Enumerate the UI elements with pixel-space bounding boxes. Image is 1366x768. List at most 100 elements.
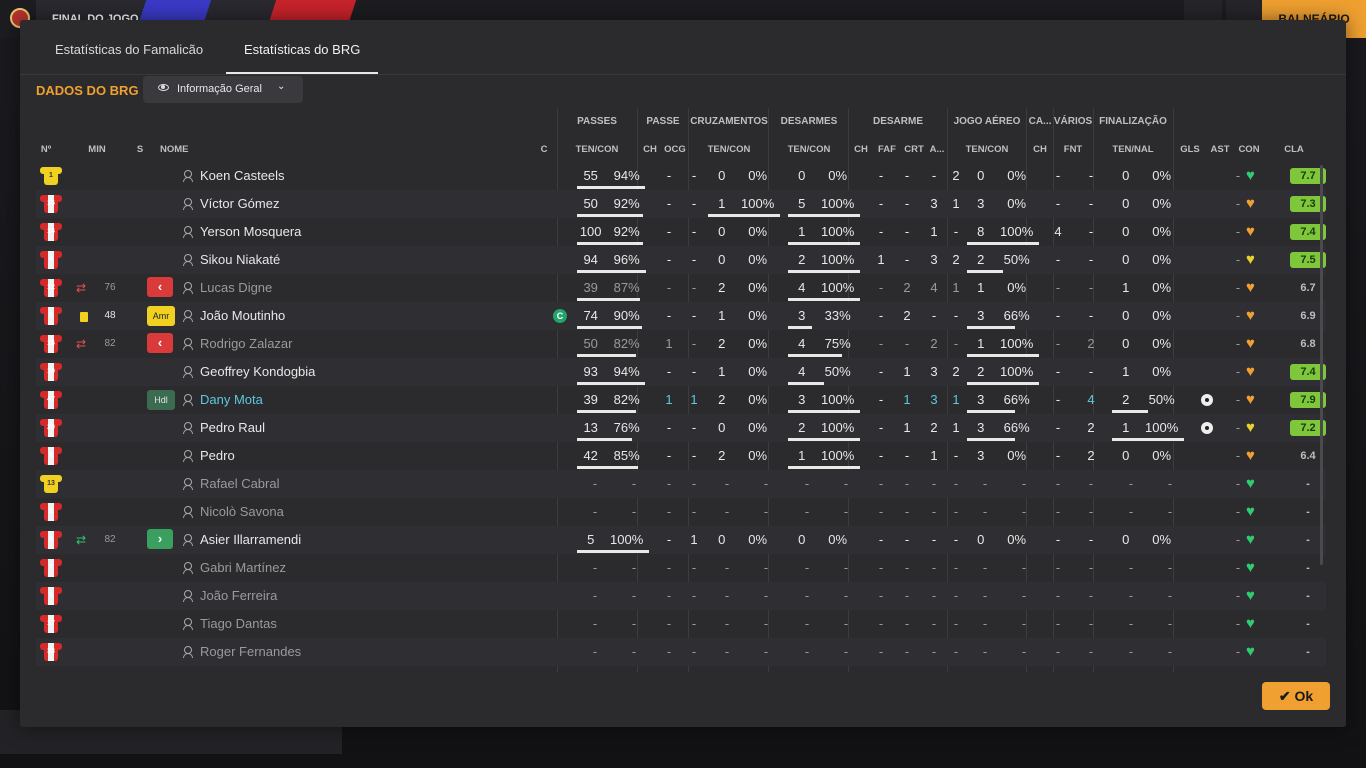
desarme-faf: 2 bbox=[903, 280, 911, 295]
col-header-passes-ten-con[interactable]: TEN/CON bbox=[557, 144, 637, 155]
player-name[interactable]: Pedro bbox=[200, 442, 500, 470]
group-header-desarme: DESARME bbox=[872, 116, 923, 127]
table-row[interactable]: 1 Koen Casteels 55 94% - -0 0% 0 0% - - -2 0 0% - -0 0% -… bbox=[36, 162, 1326, 190]
col-header-cla[interactable]: CLA bbox=[1276, 144, 1312, 155]
col-header-gls[interactable]: GLS bbox=[1178, 144, 1202, 155]
substituted-off-button[interactable]: ‹ bbox=[147, 333, 173, 353]
player-profile-icon[interactable] bbox=[183, 394, 193, 406]
col-header-aereo-ten-con[interactable]: TEN/CON bbox=[947, 144, 1027, 155]
col-header-passe-ch[interactable]: CH bbox=[638, 144, 662, 155]
player-name[interactable]: Víctor Gómez bbox=[200, 190, 500, 218]
table-row[interactable]: 19 Geoffrey Kondogbia 93 94% - - 1 0% 4 50% - 1 3 2 2 1… bbox=[36, 358, 1326, 386]
table-row[interactable]: 7 Gabri Martínez - - - - - - - - - - - - - - - - - - - ♥ - bbox=[36, 554, 1326, 582]
table-row[interactable]: 33 Roger Fernandes - - - - - - - - - - - - - - - - - - - ♥ - bbox=[36, 638, 1326, 666]
table-row[interactable]: 16 ⇄ 82 ‹ Rodrigo Zalazar 50 82% 1-2 0% 4 75% - -2-1… bbox=[36, 330, 1326, 358]
crosses-stat-percent: 0% bbox=[748, 364, 768, 379]
player-profile-icon[interactable] bbox=[183, 366, 193, 378]
player-profile-icon[interactable] bbox=[183, 198, 193, 210]
player-name[interactable]: Yerson Mosquera bbox=[200, 218, 500, 246]
tackles-stat-bar bbox=[788, 298, 860, 301]
col-header-fin-ten-nal[interactable]: TEN/NAL bbox=[1093, 144, 1173, 155]
col-header-ast[interactable]: AST bbox=[1208, 144, 1232, 155]
player-profile-icon[interactable] bbox=[183, 170, 193, 182]
table-row[interactable]: 20 Pedro Raul 13 76% - -0 0% 2 100% -1 2 1 3 66% -2 1 10… bbox=[36, 414, 1326, 442]
col-header-fnt[interactable]: FNT bbox=[1053, 144, 1093, 155]
empty-stat: - bbox=[904, 476, 910, 491]
player-profile-icon[interactable] bbox=[183, 310, 193, 322]
table-row[interactable]: 13 Rafael Cabral - - - - - - - - - - - - - - - - - - - ♥ - bbox=[36, 470, 1326, 498]
table-row[interactable]: 47 Hdl Dany Mota 39 82% 1 1 2 0% 3 100% -1 3 1 3 66% -4 2… bbox=[36, 386, 1326, 414]
table-row[interactable]: 6 48 Amr João Moutinho C 74 90% - -1 0% 3 33% -2- -3 6… bbox=[36, 302, 1326, 330]
col-header-ca-ch[interactable]: CH bbox=[1027, 144, 1053, 155]
varios-fnt: 2 bbox=[1087, 336, 1095, 351]
group-header-finalizacao: FINALIZAÇÃO bbox=[1099, 116, 1167, 127]
col-header-faf[interactable]: FAF bbox=[873, 144, 901, 155]
player-name[interactable]: Rodrigo Zalazar bbox=[200, 330, 500, 358]
empty-stat: - bbox=[1021, 616, 1027, 631]
substituted-off-button[interactable]: ‹ bbox=[147, 277, 173, 297]
player-name[interactable]: Sikou Niakaté bbox=[200, 246, 500, 274]
table-row[interactable]: 9 Pedro 42 85% - -2 0% 1 100% - -1-3 0% -2 0 0% - ♥ 6.4 bbox=[36, 442, 1326, 470]
player-profile-icon[interactable] bbox=[183, 282, 193, 294]
player-profile-icon[interactable] bbox=[183, 506, 193, 518]
col-header-min[interactable]: MIN bbox=[84, 144, 110, 155]
player-name[interactable]: Dany Mota bbox=[200, 386, 500, 414]
crosses-stat-percent: 0% bbox=[748, 280, 768, 295]
player-profile-icon[interactable] bbox=[183, 562, 193, 574]
crosses-stat: 0 0% bbox=[708, 218, 780, 246]
player-profile-icon[interactable] bbox=[183, 646, 193, 658]
player-profile-icon[interactable] bbox=[183, 422, 193, 434]
substituted-on-button[interactable]: › bbox=[147, 529, 173, 549]
view-dropdown[interactable]: Informação Geral ⌄ bbox=[143, 76, 303, 103]
tab-brg-stats[interactable]: Estatísticas do BRG bbox=[244, 42, 360, 72]
player-profile-icon[interactable] bbox=[183, 590, 193, 602]
player-name[interactable]: Rafael Cabral bbox=[200, 470, 500, 498]
ok-button[interactable]: ✔ Ok bbox=[1262, 682, 1330, 710]
table-row[interactable]: 4 Sikou Niakaté 94 96% - -0 0% 2 100% 1-3 2 2 50% - -0… bbox=[36, 246, 1326, 274]
passe-ch: - bbox=[666, 448, 672, 463]
player-name[interactable]: Roger Fernandes bbox=[200, 638, 500, 666]
tab-famalicao-stats[interactable]: Estatísticas do Famalicão bbox=[55, 42, 203, 72]
player-name[interactable]: Asier Illarramendi bbox=[200, 526, 500, 554]
player-profile-icon[interactable] bbox=[183, 338, 193, 350]
col-header-cruz-ten-con[interactable]: TEN/CON bbox=[689, 144, 769, 155]
player-profile-icon[interactable] bbox=[183, 450, 193, 462]
tackles-stat-attempted: 0 bbox=[798, 168, 806, 183]
empty-stat: - bbox=[666, 476, 672, 491]
table-row[interactable]: 8 ⇄ 82 › Asier Illarramendi 5 100% - 1 0 0% 0 0% - - - -… bbox=[36, 526, 1326, 554]
col-header-crt[interactable]: CRT bbox=[901, 144, 927, 155]
player-profile-icon[interactable] bbox=[183, 226, 193, 238]
col-header-des-ten-con[interactable]: TEN/CON bbox=[769, 144, 849, 155]
col-header-s[interactable]: S bbox=[132, 144, 148, 155]
desarme-ch: - bbox=[878, 168, 884, 183]
table-scrollbar[interactable] bbox=[1320, 165, 1323, 565]
player-name[interactable]: Koen Casteels bbox=[200, 162, 500, 190]
col-header-passe-ocg[interactable]: OCG bbox=[662, 144, 688, 155]
col-header-num[interactable]: Nº bbox=[36, 144, 56, 155]
table-row[interactable]: 17 Tiago Dantas - - - - - - - - - - - - - - - - - - - ♥ - bbox=[36, 610, 1326, 638]
col-header-desarme-ch[interactable]: CH bbox=[849, 144, 873, 155]
player-name[interactable]: João Moutinho bbox=[200, 302, 500, 330]
col-header-con[interactable]: CON bbox=[1236, 144, 1262, 155]
table-row[interactable]: 5 João Ferreira - - - - - - - - - - - - - - - - - - - ♥ - bbox=[36, 582, 1326, 610]
player-profile-icon[interactable] bbox=[183, 534, 193, 546]
table-row[interactable]: 14 Yerson Mosquera 100 92% - -0 0% 1 100% - -1-8 10… bbox=[36, 218, 1326, 246]
col-header-c[interactable]: C bbox=[536, 144, 552, 155]
player-name[interactable]: João Ferreira bbox=[200, 582, 500, 610]
col-header-nome[interactable]: NOME bbox=[160, 144, 200, 155]
player-profile-icon[interactable] bbox=[183, 254, 193, 266]
player-name[interactable]: Gabri Martínez bbox=[200, 554, 500, 582]
col-header-a[interactable]: A... bbox=[927, 144, 947, 155]
table-row[interactable]: 15 Víctor Gómez 50 92% - -1 100% 5 100% - -3 1 3 0% - -… bbox=[36, 190, 1326, 218]
player-name[interactable]: Pedro Raul bbox=[200, 414, 500, 442]
table-row[interactable]: 12 ⇄ 76 ‹ Lucas Digne 39 87% - -2 0% 4 100% -2 4 1 1 0% -… bbox=[36, 274, 1326, 302]
player-profile-icon[interactable] bbox=[183, 478, 193, 490]
player-name[interactable]: Tiago Dantas bbox=[200, 610, 500, 638]
player-name[interactable]: Lucas Digne bbox=[200, 274, 500, 302]
player-name[interactable]: Geoffrey Kondogbia bbox=[200, 358, 500, 386]
table-row[interactable]: 2 Nicolò Savona - - - - - - - - - - - - - - - - - - - ♥ - bbox=[36, 498, 1326, 526]
player-name[interactable]: Nicolò Savona bbox=[200, 498, 500, 526]
player-profile-icon[interactable] bbox=[183, 618, 193, 630]
tackles-stat-attempted: 0 bbox=[798, 532, 806, 547]
empty-stat: - bbox=[843, 504, 849, 519]
